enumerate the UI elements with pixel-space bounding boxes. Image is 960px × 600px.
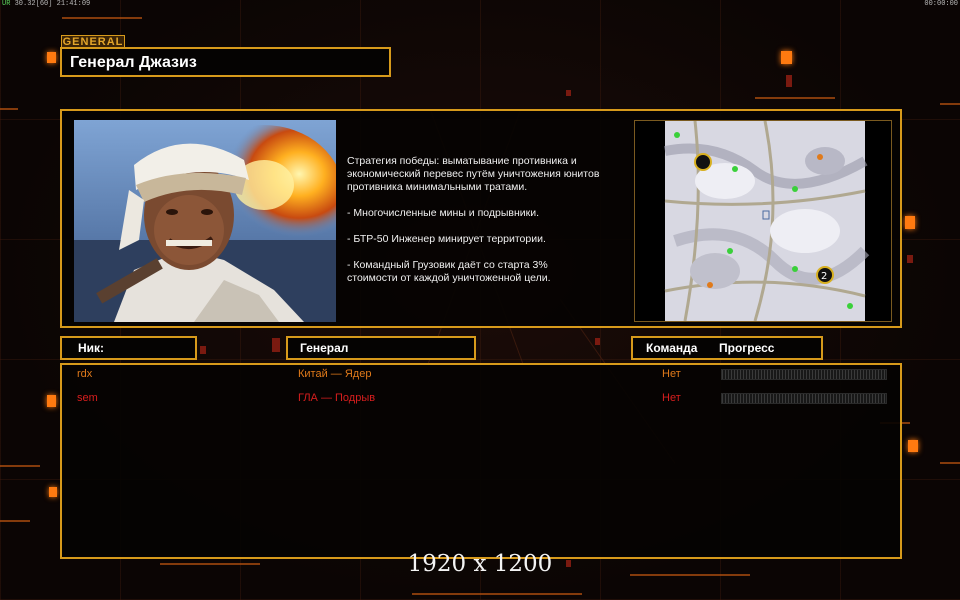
game-clock: 00:00:00	[924, 0, 958, 8]
description-line: - Командный Грузовик даёт со старта 3% с…	[347, 259, 551, 284]
deco-square	[49, 487, 57, 497]
deco-square	[905, 216, 915, 229]
general-column-header: Генерал	[286, 336, 476, 360]
general-info-panel: Стратегия победы: выматывание противника…	[60, 109, 902, 328]
player-nick: sem	[77, 392, 98, 404]
deco-line	[0, 520, 30, 522]
player-team: Нет	[662, 392, 681, 404]
deco-square	[907, 255, 913, 263]
hud-stats: 30.32[60] 21:41:09	[14, 0, 91, 8]
general-column-label: Генерал	[300, 341, 349, 355]
deco-line	[0, 108, 18, 110]
deco-square	[47, 52, 56, 63]
deco-square	[566, 90, 571, 96]
resolution-label: 1920 x 1200	[407, 551, 553, 577]
map-marker-2: 2	[821, 271, 827, 282]
deco-line	[755, 97, 835, 99]
player-general: ГЛА — Подрыв	[298, 392, 376, 404]
description-line: - БТР-50 Инженер минирует территории.	[347, 233, 546, 245]
deco-square	[908, 440, 918, 452]
player-general: Китай — Ядер	[298, 368, 372, 380]
deco-square	[786, 75, 792, 87]
general-name: Генерал Джазиз	[70, 54, 197, 71]
general-portrait	[74, 120, 336, 322]
progress-column-label: Прогресс	[719, 341, 775, 355]
nick-column-label: Ник:	[78, 341, 105, 355]
deco-line	[940, 462, 960, 464]
portrait-image	[74, 120, 336, 322]
description-line: - Многочисленные мины и подрывники.	[347, 207, 540, 219]
deco-square	[781, 51, 792, 64]
minimap-image: 2	[664, 121, 870, 321]
general-title-box: Генерал Джазиз	[60, 47, 391, 77]
general-description: Стратегия победы: выматывание противника…	[347, 155, 637, 298]
deco-line	[0, 465, 40, 467]
description-line: Стратегия победы: выматывание противника…	[347, 155, 600, 193]
player-team: Нет	[662, 368, 681, 380]
player-row[interactable]: rdx Китай — Ядер Нет	[62, 366, 900, 384]
minimap: 2	[634, 120, 892, 322]
player-progress-bar	[721, 369, 887, 380]
team-column-label: Команда	[646, 341, 698, 355]
fps-readout: UR 30.32[60] 21:41:09	[2, 0, 90, 8]
deco-square	[200, 346, 206, 354]
player-row[interactable]: sem ГЛА — Подрыв Нет	[62, 390, 900, 408]
nick-column-header: Ник:	[60, 336, 197, 360]
deco-square	[47, 395, 56, 407]
deco-line	[412, 593, 582, 595]
deco-square	[595, 338, 600, 345]
player-nick: rdx	[77, 368, 93, 380]
deco-line	[62, 17, 142, 19]
hud-prefix: UR	[2, 0, 11, 8]
player-progress-bar	[721, 393, 887, 404]
team-progress-header: Команда Прогресс	[631, 336, 823, 360]
deco-square	[272, 338, 280, 352]
deco-line	[940, 103, 960, 105]
players-panel: rdx Китай — Ядер Нет sem ГЛА — Подрыв Не…	[60, 363, 902, 559]
